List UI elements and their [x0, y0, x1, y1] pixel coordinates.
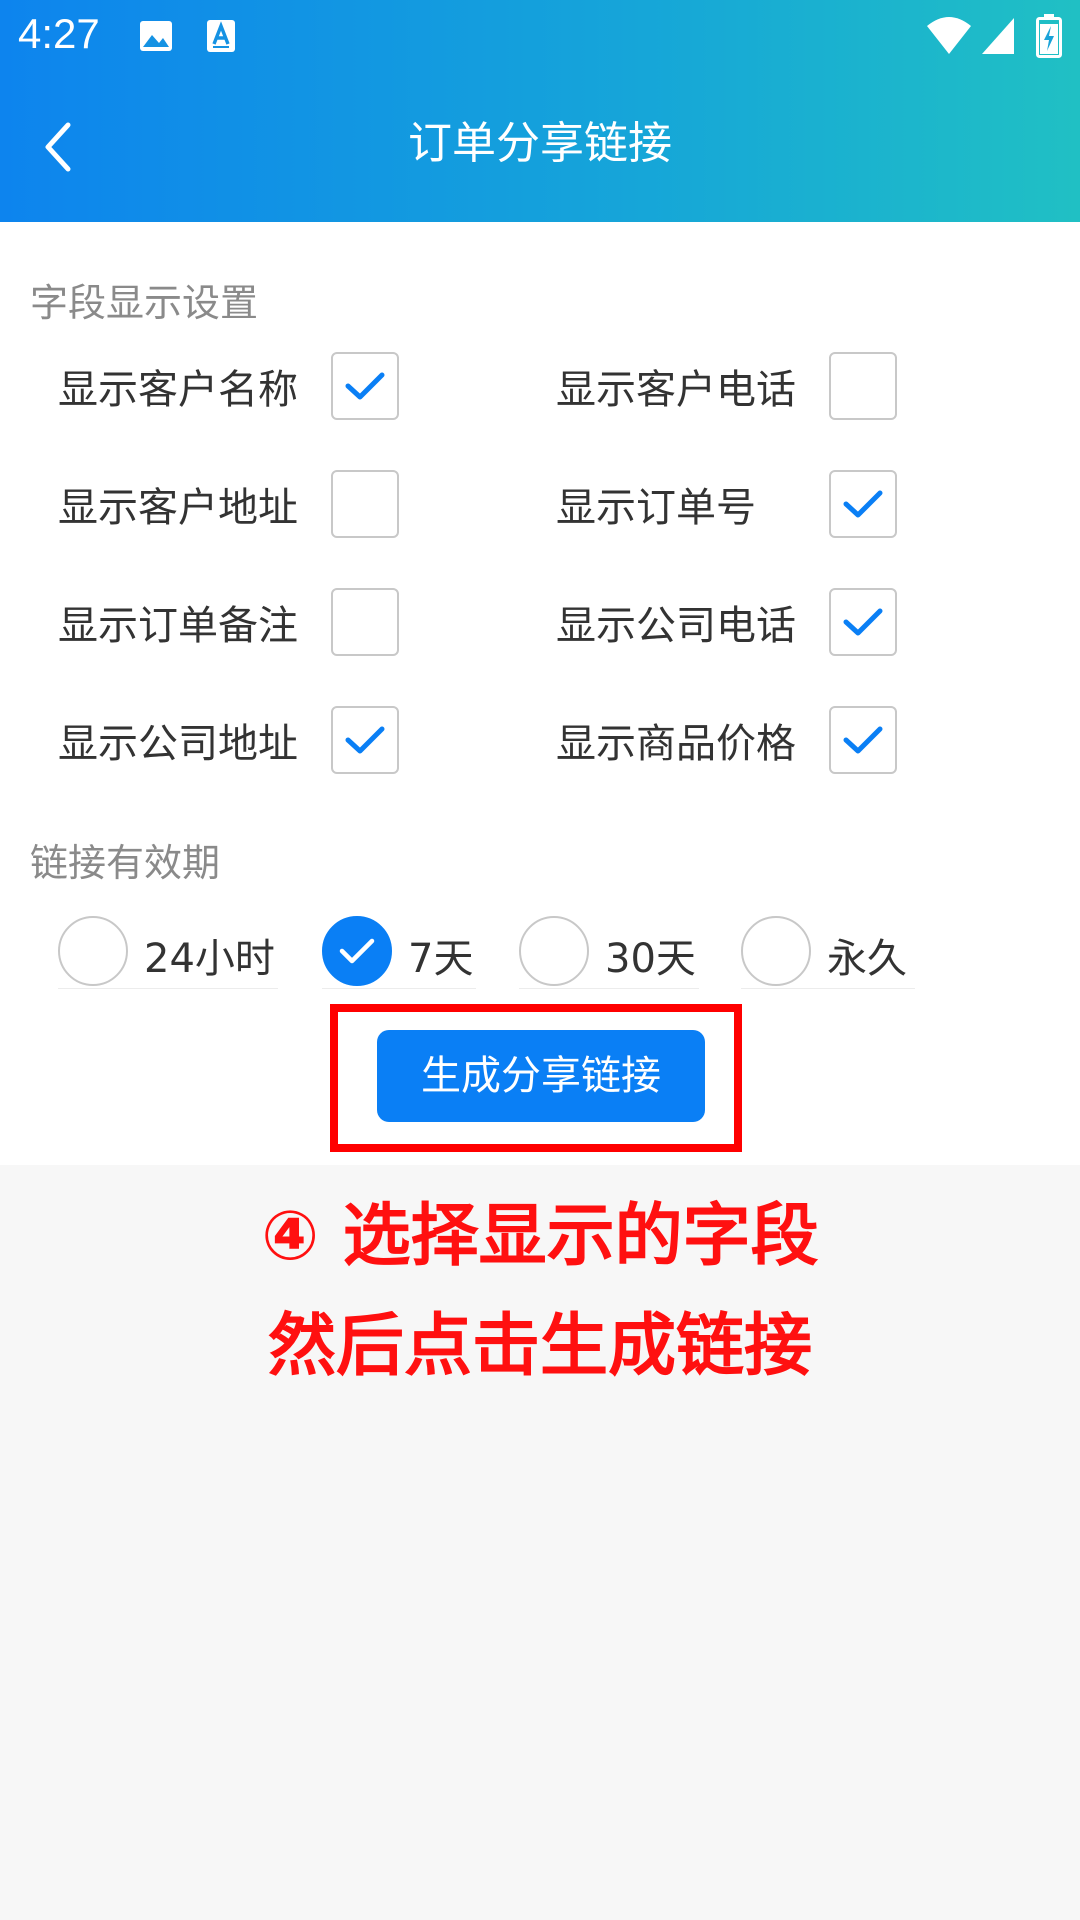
field-label-text: 显示订单号 [556, 485, 756, 531]
field-label: 显示商品价格 [556, 704, 796, 776]
radio-button[interactable] [519, 916, 589, 986]
field-label-text: 显示订单备注 [58, 603, 298, 649]
title-bar: 订单分享链接 [0, 72, 1080, 222]
validity-option-label: 30天 [605, 936, 696, 982]
status-bar: 4:27 [0, 0, 1080, 72]
field-label: 显示公司电话 [556, 586, 796, 658]
back-button[interactable] [28, 112, 88, 182]
field-label: 显示订单号 [556, 468, 756, 540]
cellular-signal-icon [980, 14, 1016, 56]
status-time: 4:27 [18, 10, 100, 57]
validity-option[interactable]: 24小时 [58, 916, 278, 989]
annotation-line-1: ④ 选择显示的字段 [261, 1197, 819, 1276]
text-recognition-icon [203, 18, 239, 54]
field-label-text: 显示客户名称 [58, 367, 298, 413]
field-label: 显示客户地址 [58, 468, 298, 540]
chevron-left-icon [45, 122, 71, 172]
radio-button[interactable] [741, 916, 811, 986]
page-title: 订单分享链接 [408, 118, 672, 169]
checkmark-icon [841, 723, 885, 757]
field-label-text: 显示公司地址 [58, 721, 298, 767]
validity-label: 链接有效期 [30, 841, 221, 885]
validity-option-label: 24小时 [144, 936, 275, 982]
field-checkbox[interactable] [829, 470, 897, 538]
checkmark-icon [343, 369, 387, 403]
validity-option-label: 7天 [408, 936, 474, 982]
field-label-text: 显示客户地址 [58, 485, 298, 531]
field-label: 显示客户名称 [58, 350, 298, 422]
field-checkbox[interactable] [829, 706, 897, 774]
checkmark-icon [841, 605, 885, 639]
wifi-icon [926, 14, 972, 56]
field-checkbox[interactable] [331, 470, 399, 538]
radio-button[interactable] [58, 916, 128, 986]
checkmark-icon [841, 487, 885, 521]
field-label-text: 显示客户电话 [556, 367, 796, 413]
field-checkbox[interactable] [829, 352, 897, 420]
field-label: 显示订单备注 [58, 586, 298, 658]
battery-charging-icon [1036, 14, 1062, 58]
field-checkbox[interactable] [331, 706, 399, 774]
app-header: 4:27 订单分享链接 [0, 0, 1080, 222]
field-checkbox[interactable] [331, 352, 399, 420]
radio-button[interactable] [322, 916, 392, 986]
generate-link-button[interactable]: 生成分享链接 [377, 1030, 705, 1122]
field-label: 显示客户电话 [556, 350, 796, 422]
annotation-line-2: 然后点击生成链接 [267, 1307, 812, 1386]
field-label-text: 显示公司电话 [556, 603, 796, 649]
validity-option[interactable]: 7天 [322, 916, 476, 989]
checkmark-icon [343, 723, 387, 757]
field-checkbox[interactable] [829, 588, 897, 656]
field-label-text: 显示商品价格 [556, 721, 796, 767]
validity-option[interactable]: 30天 [519, 916, 699, 989]
checkmark-icon [337, 936, 377, 966]
validity-option-label: 永久 [827, 936, 907, 982]
field-settings-label: 字段显示设置 [30, 281, 259, 325]
field-label: 显示公司地址 [58, 704, 298, 776]
field-checkbox[interactable] [331, 588, 399, 656]
image-icon [138, 18, 174, 54]
validity-option[interactable]: 永久 [741, 916, 915, 989]
